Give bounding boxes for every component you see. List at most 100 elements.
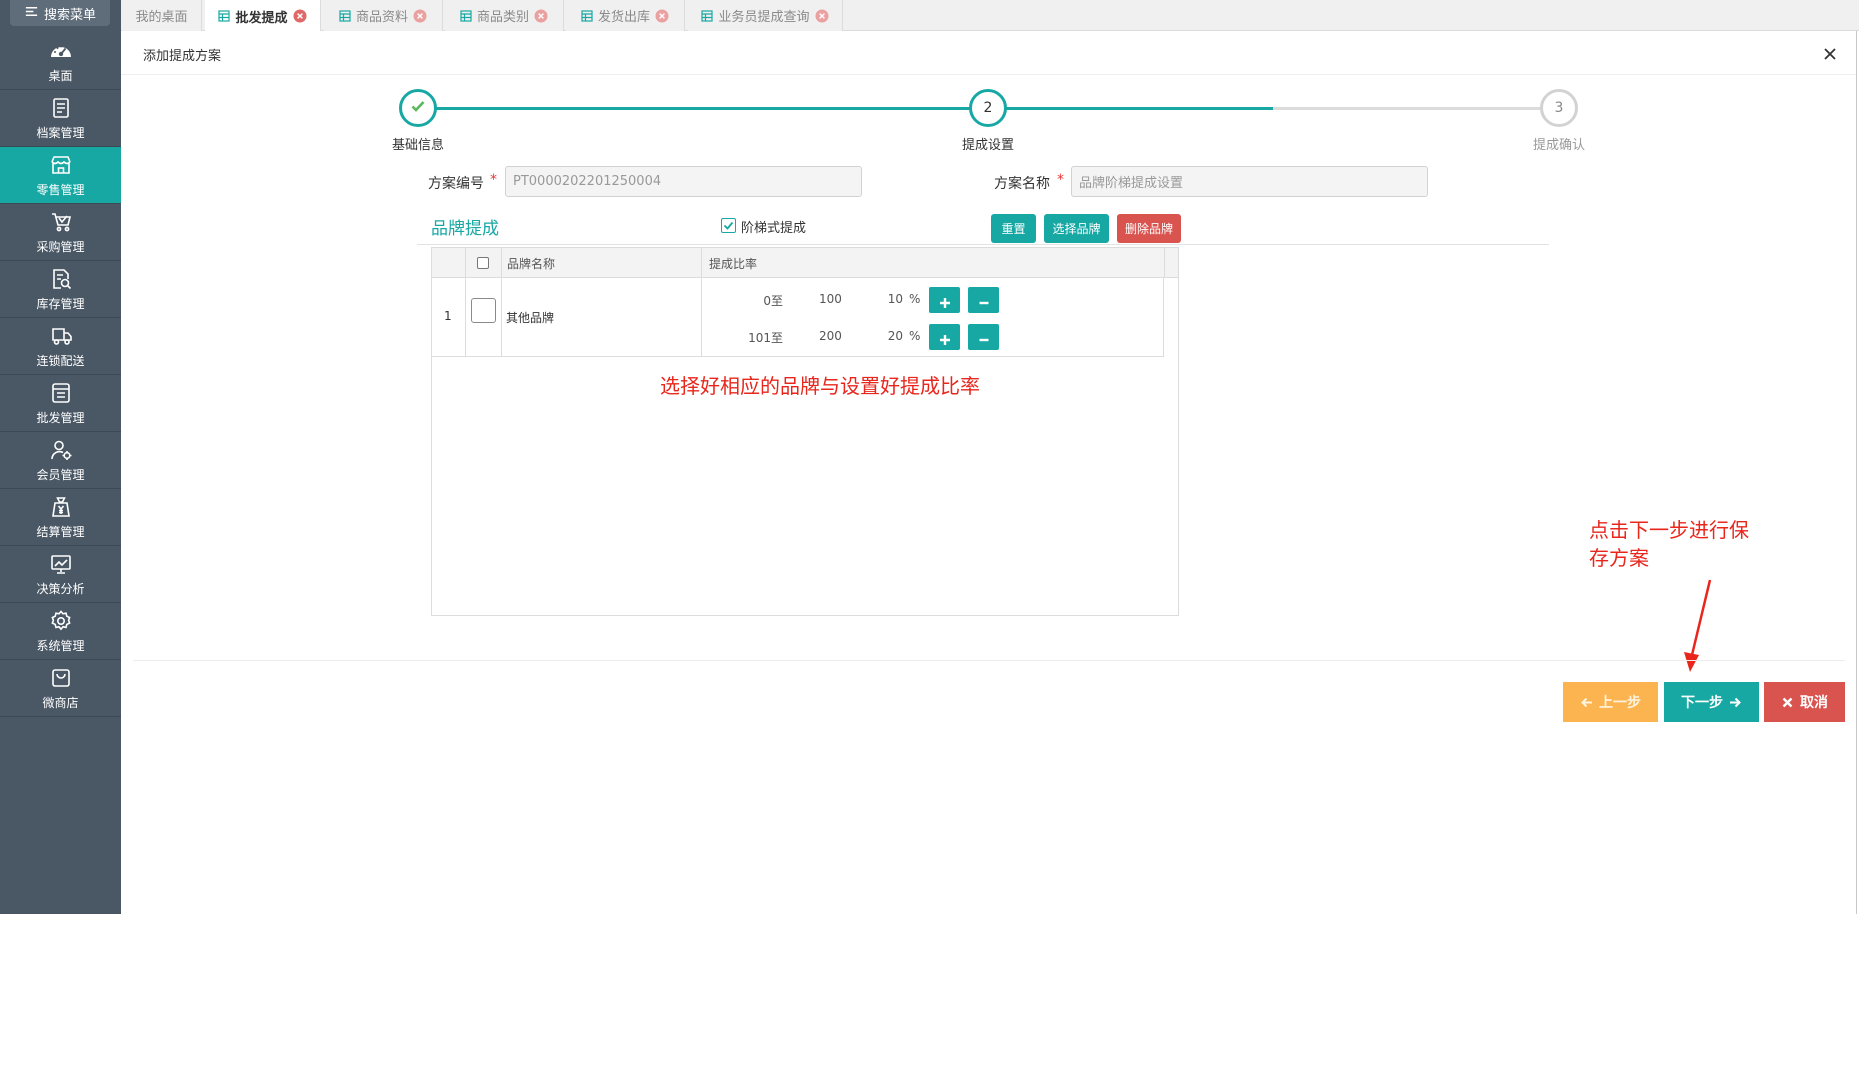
sidebar-item-inventory[interactable]: 库存管理 xyxy=(0,261,121,318)
sidebar-item-label: 决策分析 xyxy=(36,582,85,596)
cancel-button[interactable]: 取消 xyxy=(1764,682,1845,722)
scheme-name-input[interactable] xyxy=(1071,166,1428,197)
sidebar-item-retail[interactable]: 零售管理 xyxy=(0,147,121,204)
column-separator xyxy=(501,248,502,278)
sidebar-item-analysis[interactable]: 决策分析 xyxy=(0,546,121,603)
required-mark: * xyxy=(1057,172,1064,188)
dialog-title: 添加提成方案 xyxy=(143,49,222,64)
tab-shipment[interactable]: 发货出库 xyxy=(566,0,685,31)
tier-unit: % xyxy=(909,292,921,306)
close-icon[interactable] xyxy=(1822,46,1838,62)
tier-rate: 10 xyxy=(887,292,903,306)
table-icon xyxy=(581,9,593,22)
minus-icon xyxy=(978,297,990,309)
minus-icon xyxy=(978,334,990,346)
delete-brand-button[interactable]: 删除品牌 xyxy=(1117,214,1181,243)
sidebar-item-label: 档案管理 xyxy=(36,126,85,140)
tier-unit: % xyxy=(909,329,921,343)
tiered-commission-checkbox[interactable] xyxy=(721,218,736,233)
next-step-button[interactable]: 下一步 xyxy=(1664,682,1759,722)
step-1-label: 基础信息 xyxy=(391,138,444,153)
sidebar-item-label: 批发管理 xyxy=(36,411,85,425)
sidebar-item-wholesale[interactable]: 批发管理 xyxy=(0,375,121,432)
tier-from: 0至 xyxy=(701,292,783,309)
settlement-icon xyxy=(49,495,73,519)
sidebar-item-label: 桌面 xyxy=(48,69,73,83)
close-circle-icon[interactable] xyxy=(815,9,829,23)
tiered-commission-label: 阶梯式提成 xyxy=(741,221,807,236)
column-separator xyxy=(501,278,502,357)
row-index: 1 xyxy=(444,309,452,323)
tab-product-info[interactable]: 商品资料 xyxy=(324,0,443,31)
tier-separator: 至 xyxy=(770,294,783,308)
step-number: 3 xyxy=(1554,100,1564,116)
sidebar-item-distribution[interactable]: 连锁配送 xyxy=(0,318,121,375)
sidebar-menu: 桌面 档案管理 零售管理 采购管理 库存管理 连锁配送 批发管理 会员管理 结算… xyxy=(0,33,121,717)
table-header: 品牌名称 提成比率 xyxy=(432,248,1178,278)
gear-icon xyxy=(49,609,73,633)
cart-icon xyxy=(49,210,73,234)
sidebar-item-members[interactable]: 会员管理 xyxy=(0,432,121,489)
add-tier-button[interactable] xyxy=(929,287,960,313)
close-circle-icon[interactable] xyxy=(293,9,307,23)
step-3-label: 提成确认 xyxy=(1532,138,1585,153)
sidebar-item-micro-shop[interactable]: 微商店 xyxy=(0,660,121,717)
commission-tier: 101至 200 20 % xyxy=(701,319,1164,356)
remove-tier-button[interactable] xyxy=(968,287,999,313)
required-mark: * xyxy=(490,172,497,188)
times-icon xyxy=(1781,696,1794,709)
column-separator xyxy=(465,278,466,357)
search-menu-button[interactable]: 搜索菜单 xyxy=(10,0,110,26)
prev-step-button[interactable]: 上一步 xyxy=(1563,682,1658,722)
tab-product-category[interactable]: 商品类别 xyxy=(445,0,564,31)
select-all-checkbox[interactable] xyxy=(477,257,489,269)
tab-my-desktop[interactable]: 我的桌面 xyxy=(122,0,202,31)
next-step-annotation: 点击下一步进行保存方案 xyxy=(1589,518,1749,570)
check-icon xyxy=(409,97,427,119)
sidebar-item-purchase[interactable]: 采购管理 xyxy=(0,204,121,261)
scheme-name-label: 方案名称 xyxy=(994,176,1050,192)
tier-to: 100 xyxy=(819,292,842,306)
sidebar-item-settlement[interactable]: 结算管理 xyxy=(0,489,121,546)
dialog-header: 添加提成方案 xyxy=(121,31,1856,75)
tier-to: 200 xyxy=(819,329,842,343)
close-circle-icon[interactable] xyxy=(655,9,669,23)
table-hint-annotation: 选择好相应的品牌与设置好提成比率 xyxy=(660,374,980,398)
prev-step-label: 上一步 xyxy=(1599,695,1641,711)
scheme-no-input[interactable] xyxy=(505,166,862,197)
row-checkbox[interactable] xyxy=(471,298,496,323)
brand-commission-title: 品牌提成 xyxy=(431,219,499,239)
section-divider xyxy=(417,244,1549,245)
sidebar-item-label: 微商店 xyxy=(42,696,79,710)
close-circle-icon[interactable] xyxy=(413,9,427,23)
sidebar-item-label: 库存管理 xyxy=(36,297,85,311)
table-row: 1 其他品牌 0至 100 10 % 101至 200 20 % xyxy=(432,278,1164,357)
tier-separator: 至 xyxy=(770,331,783,345)
tab-label: 发货出库 xyxy=(597,10,650,25)
column-separator xyxy=(701,248,702,278)
step-2-label: 提成设置 xyxy=(961,138,1014,153)
sidebar-item-system[interactable]: 系统管理 xyxy=(0,603,121,660)
archive-icon xyxy=(49,96,73,120)
sidebar-item-label: 连锁配送 xyxy=(36,354,85,368)
analysis-chart-icon xyxy=(49,552,73,576)
select-brand-button[interactable]: 选择品牌 xyxy=(1044,214,1109,243)
sidebar-item-desktop[interactable]: 桌面 xyxy=(0,33,121,90)
add-tier-button[interactable] xyxy=(929,324,960,350)
table-icon xyxy=(460,9,472,22)
sidebar: 搜索菜单 桌面 档案管理 零售管理 采购管理 库存管理 连锁配送 批发管理 会员… xyxy=(0,0,121,914)
step-2-circle: 2 xyxy=(969,89,1007,127)
reset-button[interactable]: 重置 xyxy=(991,214,1036,243)
step-1-circle xyxy=(399,89,437,127)
scheme-no-label: 方案编号 xyxy=(428,176,484,192)
remove-tier-button[interactable] xyxy=(968,324,999,350)
tab-salesman-commission-query[interactable]: 业务员提成查询 xyxy=(688,0,843,31)
tab-wholesale-commission[interactable]: 批发提成 xyxy=(205,0,321,32)
brand-commission-table: 品牌名称 提成比率 1 其他品牌 0至 100 10 % 101至 200 20… xyxy=(431,247,1179,616)
arrow-left-icon xyxy=(1580,696,1593,709)
table-icon xyxy=(339,9,351,22)
close-circle-icon[interactable] xyxy=(534,9,548,23)
header-brand-name: 品牌名称 xyxy=(507,257,556,271)
sidebar-item-archives[interactable]: 档案管理 xyxy=(0,90,121,147)
plus-icon xyxy=(939,334,951,346)
